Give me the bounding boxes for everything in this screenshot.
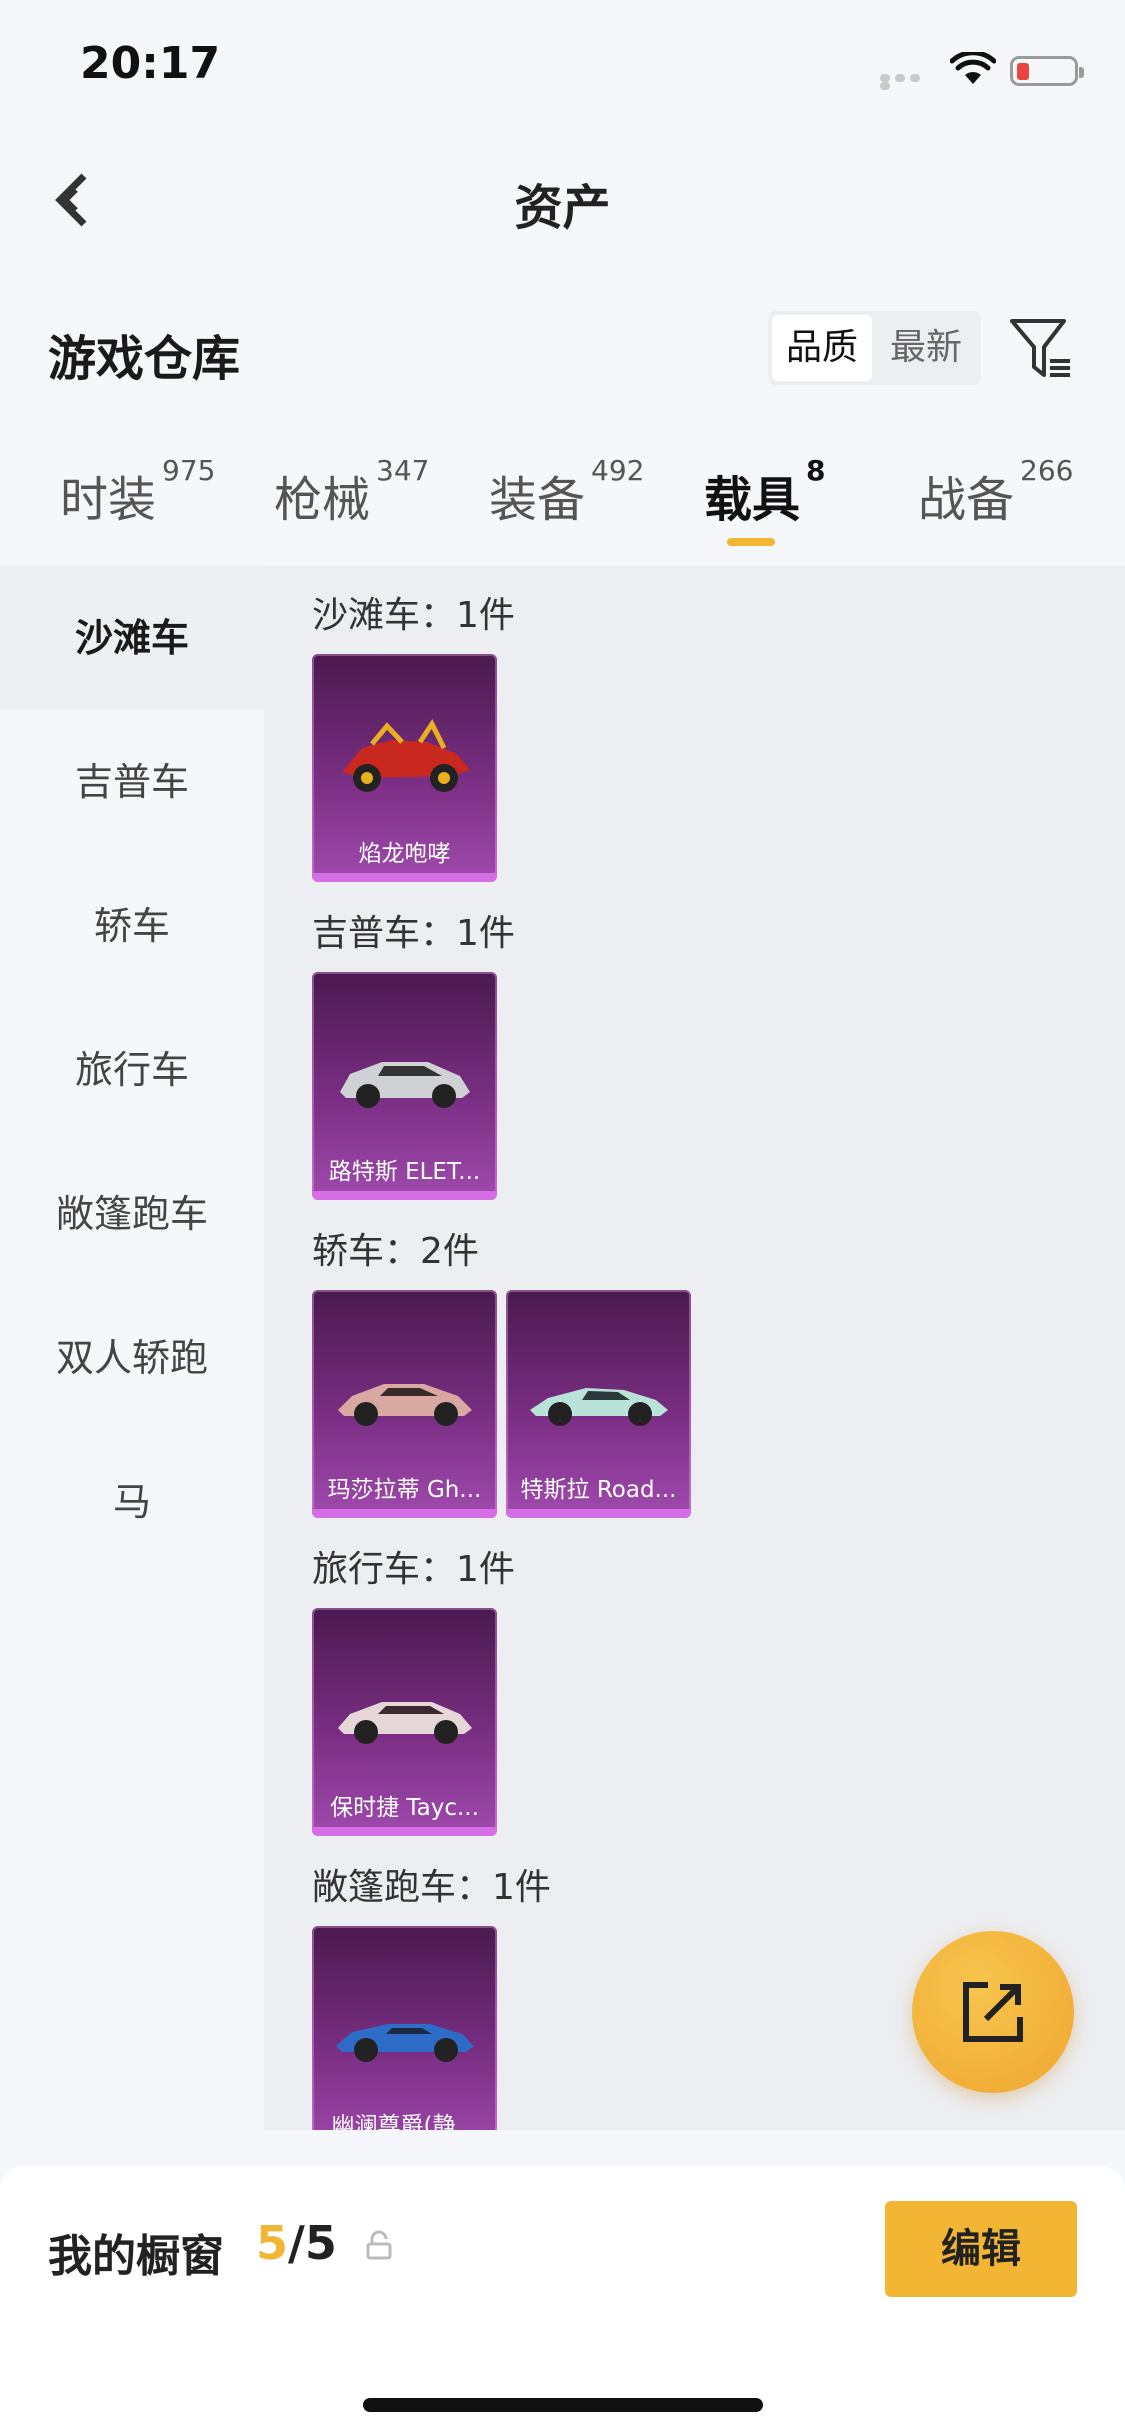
home-indicator	[363, 2398, 763, 2412]
sidebar-item-convertible[interactable]: 敞篷跑车	[0, 1142, 264, 1286]
tab-equipment[interactable]: 装备492	[489, 454, 644, 530]
battery-icon	[1010, 56, 1084, 86]
vehicle-card[interactable]: 玛莎拉蒂 Gh...	[312, 1290, 497, 1518]
sedan-icon	[338, 1384, 472, 1426]
tab-supplies[interactable]: 战备266	[918, 454, 1073, 530]
vehicle-name: 幽澜尊爵(静...	[331, 2113, 478, 2130]
wifi-icon	[950, 52, 996, 84]
warehouse-header: 游戏仓库 品质 最新	[0, 305, 1125, 395]
vehicle-list: 沙滩车：1件 焰龙咆哮 吉普车：1件 路特斯 ELET... 轿车：2件 玛莎拉…	[264, 566, 1125, 2130]
tab-fashion[interactable]: 时装975	[60, 454, 215, 530]
lock-icon	[366, 2230, 392, 2260]
share-button[interactable]	[912, 1931, 1074, 2093]
sort-quality-button[interactable]: 品质	[772, 315, 872, 381]
vehicle-card[interactable]: 幽澜尊爵(静...	[312, 1926, 497, 2130]
filter-icon[interactable]	[1008, 317, 1074, 381]
vehicle-card[interactable]: 保时捷 Tayc...	[312, 1608, 497, 1836]
vehicle-card[interactable]: 焰龙咆哮	[312, 654, 497, 882]
wagon-icon	[338, 1702, 472, 1744]
section-header-beach-buggy: 沙滩车：1件	[312, 595, 515, 636]
sidebar-item-wagon[interactable]: 旅行车	[0, 998, 264, 1142]
showcase-count: 5/5	[256, 2216, 337, 2270]
warehouse-title: 游戏仓库	[48, 331, 241, 387]
sidebar-item-horse[interactable]: 马	[0, 1430, 264, 1574]
vehicle-name: 路特斯 ELET...	[328, 1159, 481, 1185]
vehicle-type-sidebar: 沙滩车 吉普车 轿车 旅行车 敞篷跑车 双人轿跑 马	[0, 566, 264, 2130]
vehicle-card[interactable]: 路特斯 ELET...	[312, 972, 497, 1200]
section-header-jeep: 吉普车：1件	[312, 913, 515, 954]
status-time: 20:17	[80, 38, 221, 89]
status-bar: 20:17	[0, 0, 1125, 135]
tab-vehicles[interactable]: 载具8	[704, 454, 826, 530]
edit-button[interactable]: 编辑	[885, 2201, 1077, 2297]
category-tabs: 时装975 枪械347 装备492 载具8 战备266	[0, 454, 1125, 560]
vehicle-name: 焰龙咆哮	[358, 841, 451, 867]
sidebar-item-sedan[interactable]: 轿车	[0, 854, 264, 998]
showcase-label: 我的橱窗	[48, 2231, 224, 2282]
nav-bar: 资产	[0, 150, 1125, 250]
sidebar-item-beach-buggy[interactable]: 沙滩车	[0, 566, 264, 710]
showcase-bar: 我的橱窗 5/5 编辑	[0, 2166, 1125, 2436]
section-header-convertible: 敞篷跑车：1件	[312, 1867, 551, 1908]
share-out-icon	[963, 1982, 1023, 2042]
section-header-sedan: 轿车：2件	[312, 1231, 479, 1272]
sort-toggle: 品质 最新	[768, 311, 981, 385]
vehicle-name: 特斯拉 Road...	[520, 1477, 677, 1503]
vehicle-name: 保时捷 Tayc...	[330, 1795, 479, 1821]
sort-newest-button[interactable]: 最新	[876, 315, 976, 381]
suv-icon	[340, 1062, 470, 1108]
page-title: 资产	[514, 180, 611, 236]
active-tab-indicator	[727, 538, 775, 546]
sidebar-item-coupe[interactable]: 双人轿跑	[0, 1286, 264, 1430]
convertible-icon	[336, 2024, 474, 2062]
section-header-wagon: 旅行车：1件	[312, 1549, 515, 1590]
vehicle-name: 玛莎拉蒂 Gh...	[327, 1477, 482, 1503]
signal-icon	[880, 74, 936, 90]
roadster-icon	[530, 1388, 668, 1426]
buggy-icon	[342, 719, 470, 792]
sidebar-item-jeep[interactable]: 吉普车	[0, 710, 264, 854]
tab-firearms[interactable]: 枪械347	[274, 454, 429, 530]
vehicle-card[interactable]: 特斯拉 Road...	[506, 1290, 691, 1518]
